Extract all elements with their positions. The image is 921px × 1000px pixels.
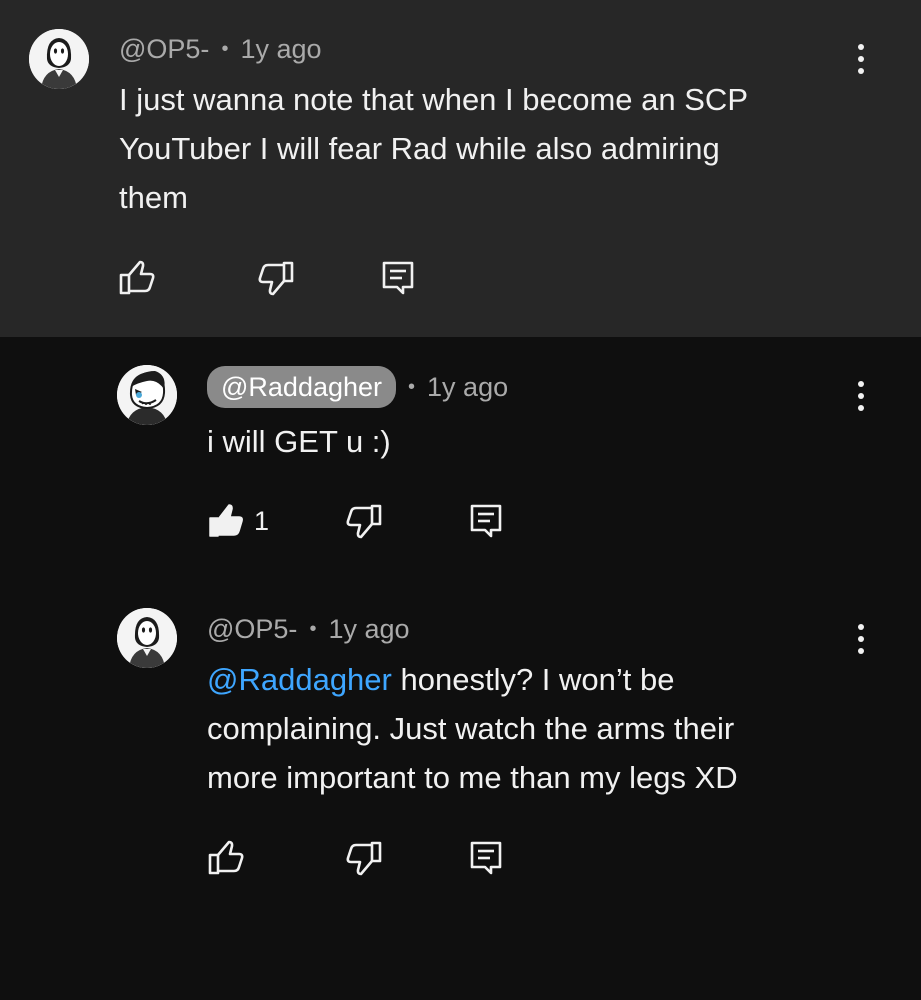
comment-highlighted: @OP5- • 1y ago I just wanna note that wh… bbox=[0, 0, 921, 337]
mention-link[interactable]: @Raddagher bbox=[207, 662, 392, 697]
thumbs-down-icon[interactable] bbox=[344, 501, 384, 541]
thumbs-up-icon[interactable] bbox=[117, 258, 157, 298]
comment-meta: @Raddagher • 1y ago bbox=[207, 366, 508, 408]
meta-separator: • bbox=[221, 38, 229, 60]
comment-text: @Raddagher honestly? I won’t be complain… bbox=[207, 655, 738, 802]
meta-separator: • bbox=[309, 618, 317, 640]
masked-figure-avatar[interactable] bbox=[29, 29, 89, 89]
comment-line: i will GET u :) bbox=[207, 424, 391, 459]
comment-line: more important to me than my legs XD bbox=[207, 760, 738, 795]
comment-meta: @OP5- • 1y ago bbox=[119, 32, 322, 66]
comment-line: @Raddagher honestly? I won’t be bbox=[207, 655, 738, 704]
timestamp[interactable]: 1y ago bbox=[240, 32, 321, 66]
reply-comment: @OP5- • 1y ago @Raddagher honestly? I wo… bbox=[0, 577, 921, 1000]
comment-line-text: honestly? I won’t be bbox=[391, 662, 675, 697]
comment-text: I just wanna note that when I become an … bbox=[119, 75, 748, 222]
meta-separator: • bbox=[408, 376, 416, 398]
comment-line: I just wanna note that when I become an … bbox=[119, 82, 748, 117]
thumbs-up-icon[interactable] bbox=[206, 838, 246, 878]
comment-text: i will GET u :) bbox=[207, 417, 391, 466]
reply-comment-icon[interactable] bbox=[466, 501, 506, 541]
thumbs-down-icon[interactable] bbox=[344, 838, 384, 878]
comment-meta: @OP5- • 1y ago bbox=[207, 612, 410, 646]
more-vertical-icon[interactable] bbox=[851, 39, 871, 79]
thumbs-up-filled-icon[interactable] bbox=[206, 501, 246, 541]
reply-comment-icon[interactable] bbox=[378, 258, 418, 298]
grinning-character-avatar[interactable] bbox=[117, 365, 177, 425]
timestamp[interactable]: 1y ago bbox=[427, 370, 508, 404]
reply-comment: @Raddagher • 1y ago i will GET u :) 1 bbox=[0, 337, 921, 577]
like-count: 1 bbox=[254, 506, 270, 536]
comment-line: YouTuber I will fear Rad while also admi… bbox=[119, 131, 720, 166]
thumbs-down-icon[interactable] bbox=[256, 258, 296, 298]
author-handle[interactable]: @OP5- bbox=[207, 612, 297, 646]
author-handle[interactable]: @OP5- bbox=[119, 32, 209, 66]
comment-line: complaining. Just watch the arms their bbox=[207, 711, 735, 746]
comment-line: them bbox=[119, 180, 188, 215]
masked-figure-avatar[interactable] bbox=[117, 608, 177, 668]
reply-comment-icon[interactable] bbox=[466, 838, 506, 878]
more-vertical-icon[interactable] bbox=[851, 376, 871, 416]
timestamp[interactable]: 1y ago bbox=[328, 612, 409, 646]
author-handle-highlighted[interactable]: @Raddagher bbox=[207, 366, 397, 408]
more-vertical-icon[interactable] bbox=[851, 619, 871, 659]
